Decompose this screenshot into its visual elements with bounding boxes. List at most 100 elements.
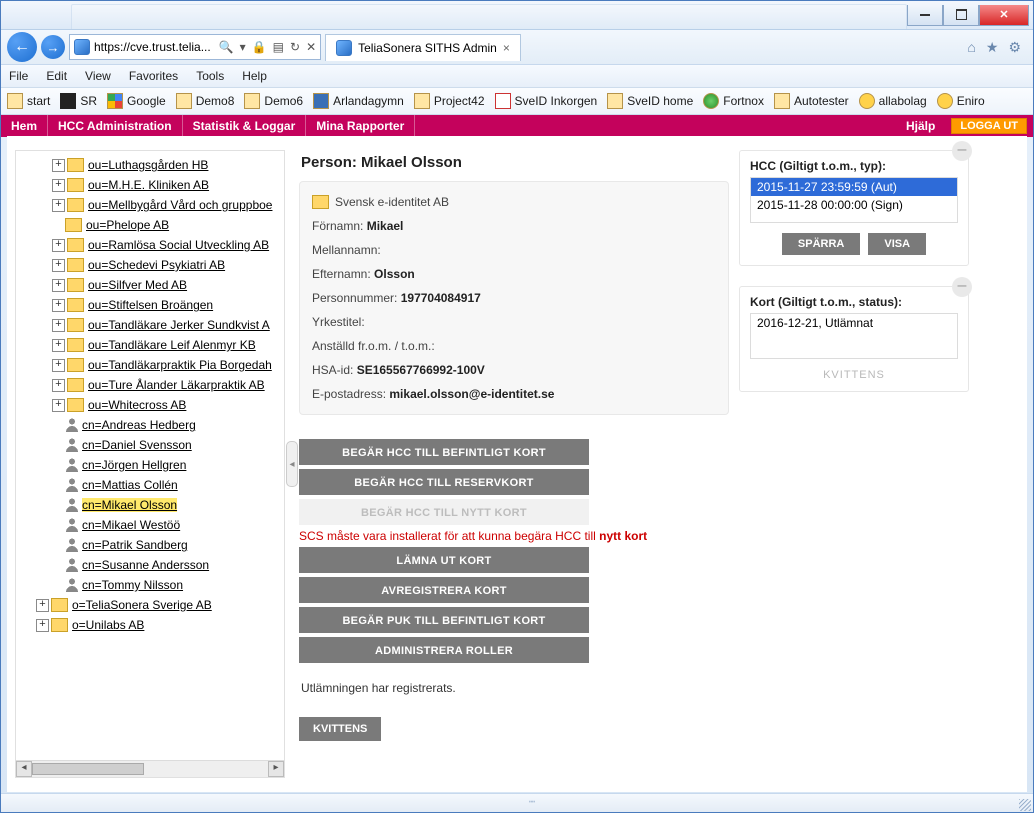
fav-google[interactable]: Google xyxy=(107,93,166,109)
background-tabs xyxy=(71,4,907,29)
tree-ou[interactable]: ou=Phelope AB xyxy=(16,215,284,235)
fav-demo6[interactable]: Demo6 xyxy=(244,93,303,109)
fav-fortnox[interactable]: Fortnox xyxy=(703,93,764,109)
tree-ou[interactable]: +ou=Luthagsgården HB xyxy=(16,155,284,175)
nav-rapporter[interactable]: Mina Rapporter xyxy=(306,115,415,137)
kort-kvittens-disabled: KVITTENS xyxy=(750,369,958,381)
tree-horizontal-scrollbar[interactable]: ◂ ▸ xyxy=(16,760,284,777)
fav-sveid-inkorgen[interactable]: SveID Inkorgen xyxy=(495,93,598,109)
tree-ou[interactable]: +ou=Tandläkarpraktik Pia Borgedah xyxy=(16,355,284,375)
kort-list[interactable]: 2016-12-21, Utlämnat xyxy=(750,313,958,359)
favorites-icon[interactable]: ★ xyxy=(986,39,999,56)
menu-file[interactable]: File xyxy=(9,69,28,83)
statusbar-grip-icon: ┉ xyxy=(517,797,547,807)
nav-statistik[interactable]: Statistik & Loggar xyxy=(183,115,307,137)
dropdown-icon[interactable]: ▾ xyxy=(240,40,246,54)
hcc-row[interactable]: 2015-11-28 00:00:00 (Sign) xyxy=(751,196,957,214)
browser-tab-active[interactable]: TeliaSonera SITHS Admin × xyxy=(325,34,521,61)
splitter[interactable]: ◂ xyxy=(285,136,299,792)
kvittens-button[interactable]: KVITTENS xyxy=(299,717,381,741)
hcc-row-selected[interactable]: 2015-11-27 23:59:59 (Aut) xyxy=(751,178,957,196)
tree-org[interactable]: +o=TeliaSonera Sverige AB xyxy=(16,595,284,615)
tree-cn[interactable]: cn=Daniel Svensson xyxy=(16,435,284,455)
fav-start[interactable]: start xyxy=(7,93,50,109)
tree-cn[interactable]: cn=Mikael Westöö xyxy=(16,515,284,535)
folder-icon xyxy=(67,198,84,212)
menu-tools[interactable]: Tools xyxy=(196,69,224,83)
nav-back-button[interactable]: ← xyxy=(7,32,37,62)
tools-icon[interactable]: ⚙ xyxy=(1008,39,1021,56)
tab-close-icon[interactable]: × xyxy=(503,41,510,55)
home-icon[interactable]: ⌂ xyxy=(967,39,975,56)
menu-view[interactable]: View xyxy=(85,69,111,83)
panel-collapse-icon[interactable]: – xyxy=(952,277,972,297)
menu-edit[interactable]: Edit xyxy=(46,69,67,83)
refresh-icon[interactable]: ↻ xyxy=(290,40,300,54)
fav-sr[interactable]: SR xyxy=(60,93,97,109)
resize-grip-icon[interactable] xyxy=(1019,799,1031,811)
window-minimize-button[interactable] xyxy=(907,5,943,26)
tree-org[interactable]: +o=Unilabs AB xyxy=(16,615,284,635)
tree-cn[interactable]: cn=Susanne Andersson xyxy=(16,555,284,575)
nav-help[interactable]: Hjälp xyxy=(896,119,945,133)
stop-icon[interactable]: ✕ xyxy=(306,40,316,54)
window-maximize-button[interactable] xyxy=(943,5,979,26)
menu-favorites[interactable]: Favorites xyxy=(129,69,178,83)
scroll-left-icon[interactable]: ◂ xyxy=(16,761,32,777)
lamna-ut-kort-button[interactable]: LÄMNA UT KORT xyxy=(299,547,589,573)
tree-ou[interactable]: +ou=M.H.E. Kliniken AB xyxy=(16,175,284,195)
kort-row[interactable]: 2016-12-21, Utlämnat xyxy=(751,314,957,332)
tree-ou[interactable]: +ou=Tandläkare Leif Alenmyr KB xyxy=(16,335,284,355)
fav-allabolag[interactable]: allabolag xyxy=(859,93,927,109)
address-bar[interactable]: https://cve.trust.telia... 🔍▾ 🔒 ▤ ↻ ✕ xyxy=(69,34,321,60)
sparra-button[interactable]: SPÄRRA xyxy=(782,233,860,255)
administrera-roller-button[interactable]: ADMINISTRERA ROLLER xyxy=(299,637,589,663)
tree-ou[interactable]: +ou=Tandläkare Jerker Sundkvist A xyxy=(16,315,284,335)
window-close-button[interactable] xyxy=(979,5,1029,26)
menu-help[interactable]: Help xyxy=(242,69,267,83)
fav-sveid-home[interactable]: SveID home xyxy=(607,93,693,109)
search-icon[interactable]: 🔍 xyxy=(219,40,234,54)
logout-button[interactable]: LOGGA UT xyxy=(951,118,1027,134)
tree-ou[interactable]: +ou=Schedevi Psykiatri AB xyxy=(16,255,284,275)
person-icon xyxy=(66,578,78,592)
begar-hcc-befintligt-button[interactable]: BEGÄR HCC TILL BEFINTLIGT KORT xyxy=(299,439,589,465)
tree-ou[interactable]: +ou=Silfver Med AB xyxy=(16,275,284,295)
fav-eniro[interactable]: Eniro xyxy=(937,93,985,109)
fav-arlandagymn[interactable]: Arlandagymn xyxy=(313,93,404,109)
visa-button[interactable]: VISA xyxy=(868,233,926,255)
panel-collapse-icon[interactable]: – xyxy=(952,141,972,161)
tree-cn[interactable]: cn=Tommy Nilsson xyxy=(16,575,284,595)
person-icon xyxy=(66,498,78,512)
hcc-panel: – HCC (Giltigt t.o.m., typ): 2015-11-27 … xyxy=(739,150,969,266)
tree-cn[interactable]: cn=Andreas Hedberg xyxy=(16,415,284,435)
org-tree[interactable]: +ou=Luthagsgården HB +ou=M.H.E. Kliniken… xyxy=(16,151,284,761)
folder-icon xyxy=(67,238,84,252)
tree-ou[interactable]: +ou=Ramlösa Social Utveckling AB xyxy=(16,235,284,255)
person-icon xyxy=(66,458,78,472)
nav-hem[interactable]: Hem xyxy=(1,115,48,137)
begar-puk-button[interactable]: BEGÄR PUK TILL BEFINTLIGT KORT xyxy=(299,607,589,633)
hcc-list[interactable]: 2015-11-27 23:59:59 (Aut) 2015-11-28 00:… xyxy=(750,177,958,223)
fav-project42[interactable]: Project42 xyxy=(414,93,485,109)
person-fornamn: Mikael xyxy=(367,219,404,233)
hcc-panel-title: HCC (Giltigt t.o.m., typ): xyxy=(750,159,958,173)
tree-cn-selected[interactable]: cn=Mikael Olsson xyxy=(16,495,284,515)
fav-demo8[interactable]: Demo8 xyxy=(176,93,235,109)
tree-ou[interactable]: +ou=Ture Ålander Läkarpraktik AB xyxy=(16,375,284,395)
nav-forward-button[interactable]: → xyxy=(41,35,65,59)
nav-hcc-admin[interactable]: HCC Administration xyxy=(48,115,183,137)
folder-icon xyxy=(67,338,84,352)
tree-ou[interactable]: +ou=Stiftelsen Broängen xyxy=(16,295,284,315)
begar-hcc-reservkort-button[interactable]: BEGÄR HCC TILL RESERVKORT xyxy=(299,469,589,495)
status-message: Utlämningen har registrerats. xyxy=(301,681,729,695)
scroll-right-icon[interactable]: ▸ xyxy=(268,761,284,777)
tree-cn[interactable]: cn=Jörgen Hellgren xyxy=(16,455,284,475)
fav-autotester[interactable]: Autotester xyxy=(774,93,849,109)
tree-ou[interactable]: +ou=Whitecross AB xyxy=(16,395,284,415)
tree-cn[interactable]: cn=Mattias Collén xyxy=(16,475,284,495)
tree-ou[interactable]: +ou=Mellbygård Vård och gruppboe xyxy=(16,195,284,215)
tree-cn[interactable]: cn=Patrik Sandberg xyxy=(16,535,284,555)
avregistrera-kort-button[interactable]: AVREGISTRERA KORT xyxy=(299,577,589,603)
compat-icon[interactable]: ▤ xyxy=(273,40,284,54)
